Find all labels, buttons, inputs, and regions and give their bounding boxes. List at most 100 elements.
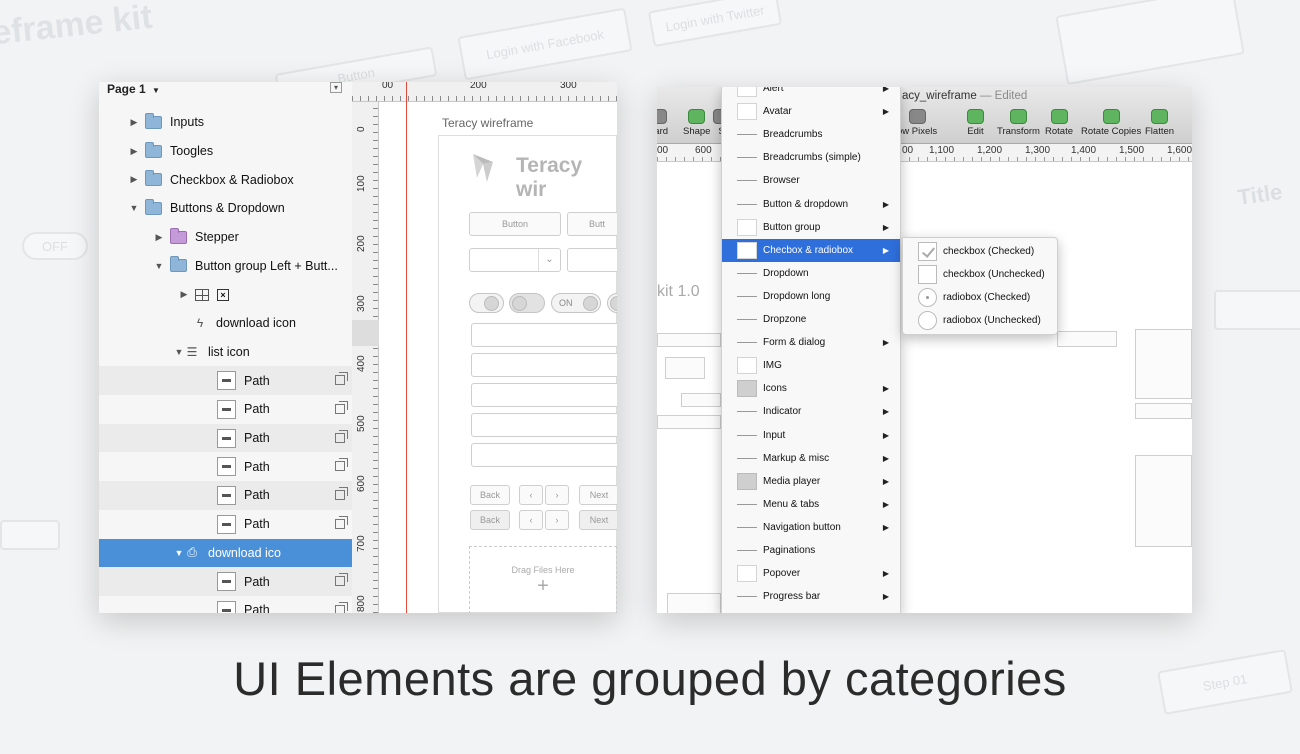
layer-row[interactable]: ▶ × [99,280,352,309]
disclosure-open-icon[interactable]: ▼ [174,347,184,357]
layer-row[interactable]: Path [99,510,352,539]
submenu-arrow-icon: ▶ [882,453,889,463]
disclosure-closed-icon[interactable]: ▶ [154,232,164,243]
wireframe-prev-button[interactable]: ‹ [519,485,543,505]
layer-row[interactable]: ▶ Toogles [99,137,352,166]
menu-item[interactable]: Alert ▶ [722,87,900,100]
wireframe-back-button[interactable]: Back [470,510,510,530]
disclosure-open-icon[interactable]: ▼ [154,261,164,271]
mask-icon[interactable] [335,401,348,414]
ruler-left-label: 0 [356,126,367,132]
disclosure-closed-icon[interactable]: ▶ [129,174,139,185]
mask-icon[interactable] [335,515,348,529]
artboard-title[interactable]: Teracy wireframe [442,116,533,130]
wireframe-text-field[interactable] [471,443,617,467]
layer-row[interactable]: Path [99,481,352,510]
toolbar-shape-tool-button[interactable]: Shape [683,109,710,137]
menu-item[interactable]: Icons ▶ [722,377,900,400]
wireframe-prev-button[interactable]: ‹ [519,510,543,530]
wireframe-toggle-on[interactable]: ON [551,293,601,313]
wireframe-back-button[interactable]: Back [470,485,510,505]
mask-icon[interactable] [335,372,348,386]
submenu-item[interactable]: radiobox (Unchecked) [903,309,1059,332]
toolbar-flatten-button[interactable]: Flatten [1145,109,1174,137]
layer-row[interactable]: ϟ download icon [99,309,352,338]
toolbar-pixels-button[interactable]: ow Pixels [897,109,937,137]
toolbar-rotate-button[interactable]: Rotate [1045,109,1073,137]
menu-item[interactable]: Button & dropdown ▶ [722,193,900,216]
menu-item[interactable]: Media player ▶ [722,470,900,493]
menu-item[interactable]: Progress bar ▶ [722,585,900,608]
menu-item[interactable]: Avatar ▶ [722,100,900,123]
layer-row[interactable]: ▼ ☰ list icon [99,338,352,367]
toolbar-rotate-copies-button[interactable]: Rotate Copies [1081,109,1141,137]
toolbar-clipboard-button[interactable]: oard [657,109,668,137]
layer-row[interactable]: Path [99,596,352,613]
wireframe-button[interactable]: Button [469,212,561,236]
wireframe-toggle[interactable] [607,293,617,313]
layer-row[interactable]: ▼ Button group Left + Butt... [99,252,352,281]
menu-item[interactable]: Checbox & radiobox ▶ [722,238,900,262]
menu-item[interactable]: Popover ▶ [722,562,900,585]
mask-icon[interactable] [335,573,348,587]
wireframe-text-field[interactable] [471,353,617,377]
layer-row[interactable]: Path [99,452,352,481]
wireframe-text-field[interactable] [471,413,617,437]
menu-item[interactable]: IMG [722,354,900,377]
menu-item[interactable]: Menu & tabs ▶ [722,493,900,516]
layer-row[interactable]: ▶ Inputs [99,108,352,137]
toolbar-transform-button[interactable]: Transform [997,109,1040,137]
submenu-item[interactable]: checkbox (Unchecked) [903,263,1059,286]
wireframe-dropzone[interactable]: Drag Files Here + [469,546,617,613]
disclosure-closed-icon[interactable]: ▶ [129,146,139,157]
layer-row[interactable]: Path [99,395,352,424]
menu-item[interactable]: Navigation button ▶ [722,516,900,539]
wireframe-button-cut[interactable]: Butt [567,212,617,236]
menu-item[interactable]: Dropdown long [722,285,900,308]
wireframe-input[interactable] [567,248,617,272]
menu-item[interactable]: Browser [722,169,900,192]
page-selector[interactable]: Page 1 ▼ ▾ [99,82,352,96]
layer-row[interactable]: ▼ Buttons & Dropdown [99,194,352,223]
mask-icon[interactable] [335,429,348,443]
wireframe-next-arrow[interactable]: › [545,510,569,530]
submenu-item[interactable]: radiobox (Checked) [903,286,1059,309]
mask-icon[interactable] [335,458,348,472]
mask-icon[interactable] [335,487,348,501]
layer-row[interactable]: ▼ ⎙ download ico [99,538,352,568]
menu-item[interactable]: Markup & misc ▶ [722,447,900,470]
mask-icon[interactable] [335,601,348,613]
wireframe-text-field[interactable] [471,383,617,407]
wireframe-dropdown[interactable]: ⌄ [469,248,561,272]
wireframe-text-field[interactable] [471,323,617,347]
wireframe-toggle[interactable] [509,293,545,313]
wireframe-next-arrow[interactable]: › [545,485,569,505]
layer-row[interactable]: ▶ Checkbox & Radiobox [99,165,352,194]
toolbar-edit-button[interactable]: Edit [967,109,984,137]
disclosure-open-icon[interactable]: ▼ [129,203,139,213]
menu-item[interactable]: Dropzone [722,308,900,331]
menu-item[interactable]: Breadcrumbs (simple) [722,146,900,169]
menu-item[interactable]: Button group ▶ [722,216,900,239]
menu-item[interactable]: Indicator ▶ [722,400,900,423]
menu-item[interactable]: Paginations [722,539,900,562]
layer-row[interactable]: ▶ Stepper [99,223,352,252]
menu-item[interactable]: Form & dialog ▶ [722,331,900,354]
disclosure-open-icon[interactable]: ▼ [174,548,184,558]
menu-item[interactable]: Input ▶ [722,424,900,447]
menu-item[interactable]: Dropdown [722,262,900,285]
menu-item[interactable]: Breadcrumbs [722,123,900,146]
submenu-item[interactable]: checkbox (Checked) [903,240,1059,263]
wireframe-toggle[interactable] [469,293,504,313]
layer-row[interactable]: Path [99,366,352,395]
wireframe-next-button[interactable]: Next [579,485,617,505]
collapse-icon[interactable]: ▾ [330,82,342,93]
artboard[interactable]: Teracy wir Button Butt ⌄ ON Back ‹ › Nex… [438,135,617,613]
layer-row[interactable]: Path [99,423,352,453]
layer-row[interactable]: Path [99,567,352,596]
disclosure-closed-icon[interactable]: ▶ [179,289,189,300]
element-thumbnail-icon [737,450,757,467]
disclosure-closed-icon[interactable]: ▶ [129,117,139,128]
wireframe-next-button[interactable]: Next [579,510,617,530]
guide-line[interactable] [406,82,407,613]
